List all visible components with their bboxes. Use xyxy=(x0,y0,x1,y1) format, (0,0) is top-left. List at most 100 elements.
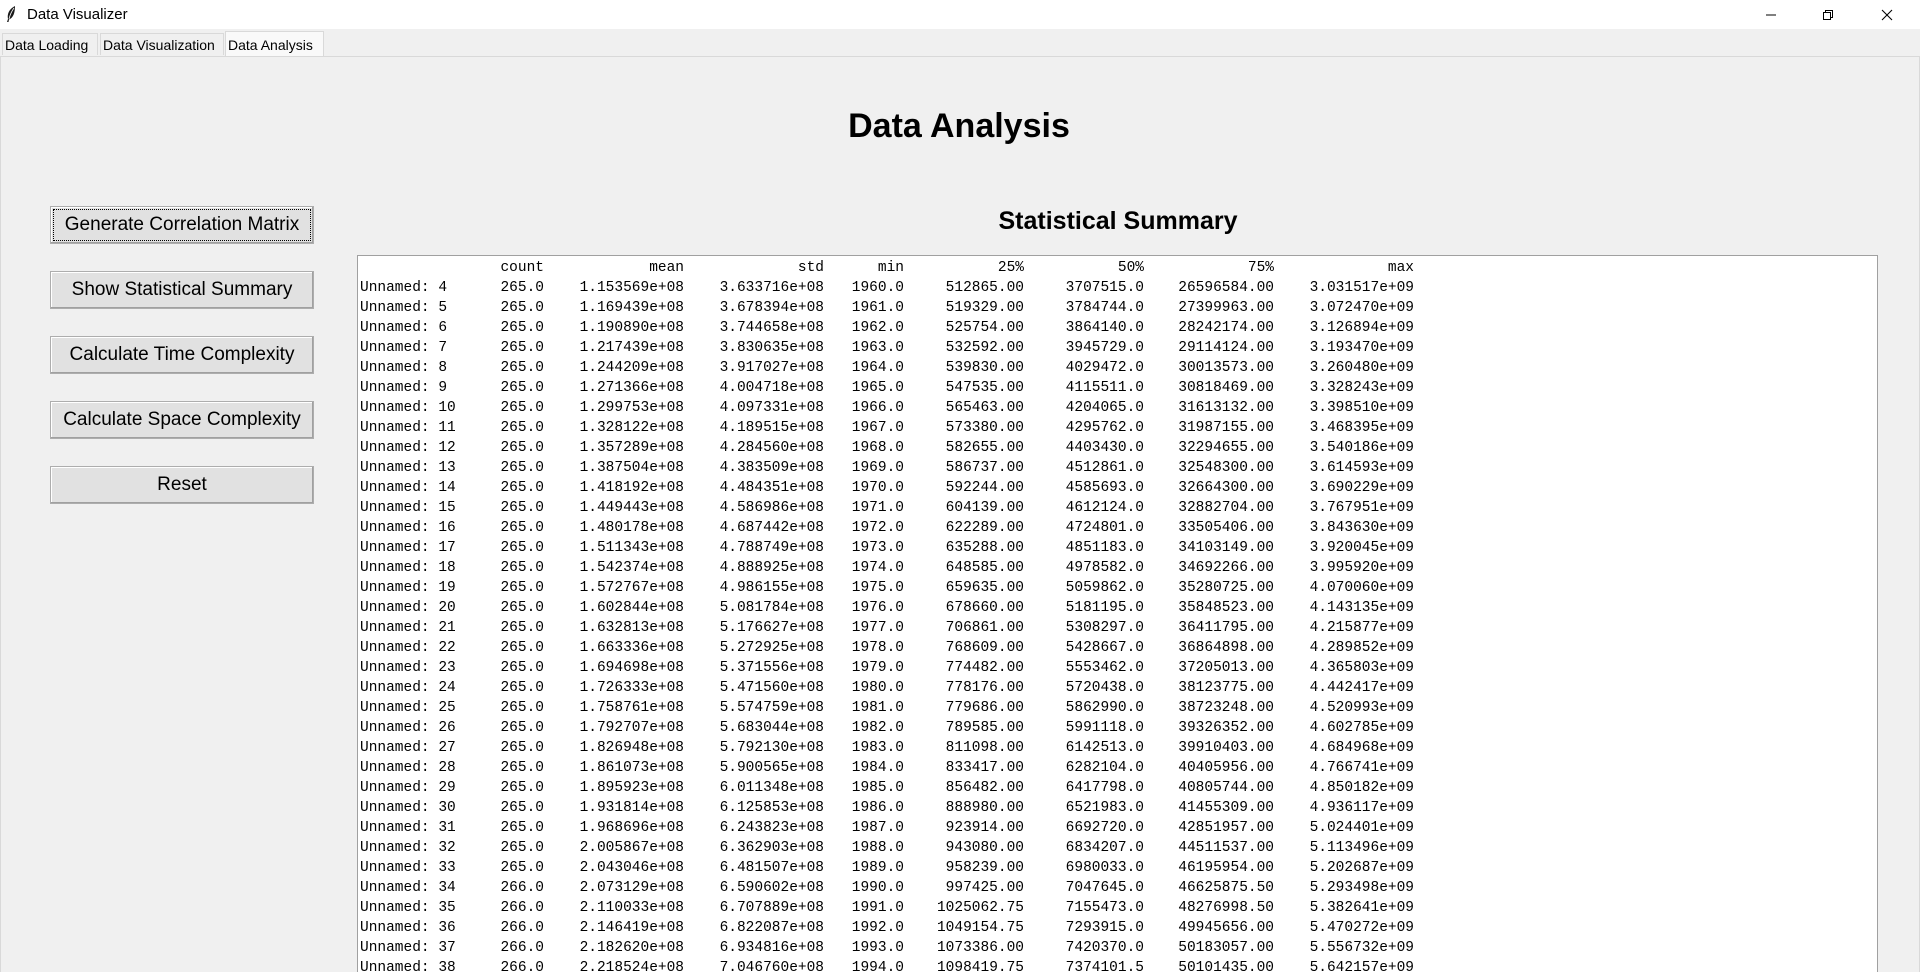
cell-max: 3.614593e+09 xyxy=(1309,460,1414,476)
cell-index: Unnamed: 5 xyxy=(360,300,448,316)
cell-p75: 44511537.00 xyxy=(1178,840,1274,856)
cell-p25: 512865.00 xyxy=(945,280,1024,296)
minimize-icon xyxy=(1766,14,1776,15)
cell-p50: 4724801.0 xyxy=(1065,520,1144,536)
cell-index: Unnamed: 7 xyxy=(360,340,448,356)
cell-p50: 6692720.0 xyxy=(1065,820,1144,836)
cell-mean: 1.244209e+08 xyxy=(579,360,684,376)
minimize-button[interactable] xyxy=(1748,0,1794,29)
cell-max: 5.382641e+09 xyxy=(1309,900,1414,916)
reset-button[interactable]: Reset xyxy=(50,466,314,504)
cell-std: 6.481507e+08 xyxy=(719,860,824,876)
cell-min: 1961.0 xyxy=(851,300,904,316)
cell-min: 1986.0 xyxy=(851,800,904,816)
cell-count: 265.0 xyxy=(500,780,544,796)
cell-min: 1964.0 xyxy=(851,360,904,376)
cell-p50: 7374101.5 xyxy=(1065,960,1144,972)
cell-index: Unnamed: 27 xyxy=(360,740,456,756)
close-button[interactable] xyxy=(1864,0,1910,29)
column-header-25: 25% xyxy=(997,260,1024,276)
table-row: Unnamed: 21 265.0 1.632813e+08 5.176627e+08… xyxy=(360,618,1414,638)
cell-p25: 1098419.75 xyxy=(936,960,1024,972)
cell-std: 4.383509e+08 xyxy=(719,460,824,476)
cell-p75: 32548300.00 xyxy=(1178,460,1274,476)
cell-index: Unnamed: 37 xyxy=(360,940,456,956)
tab-data-analysis[interactable]: Data Analysis xyxy=(225,31,324,57)
cell-p75: 50183057.00 xyxy=(1178,940,1274,956)
cell-p50: 5059862.0 xyxy=(1065,580,1144,596)
cell-p25: 604139.00 xyxy=(945,500,1024,516)
column-header-75: 75% xyxy=(1247,260,1274,276)
cell-mean: 1.694698e+08 xyxy=(579,660,684,676)
cell-p50: 5428667.0 xyxy=(1065,640,1144,656)
table-row: Unnamed: 27 265.0 1.826948e+08 5.792130e+08… xyxy=(360,738,1414,758)
cell-std: 5.900565e+08 xyxy=(719,760,824,776)
cell-p75: 49945656.00 xyxy=(1178,920,1274,936)
cell-std: 5.081784e+08 xyxy=(719,600,824,616)
cell-p75: 28242174.00 xyxy=(1178,320,1274,336)
cell-p25: 774482.00 xyxy=(945,660,1024,676)
cell-index: Unnamed: 38 xyxy=(360,960,456,972)
cell-count: 266.0 xyxy=(500,880,544,896)
cell-index: Unnamed: 18 xyxy=(360,560,456,576)
cell-p25: 1073386.00 xyxy=(936,940,1024,956)
restore-button[interactable] xyxy=(1805,0,1851,29)
cell-std: 4.687442e+08 xyxy=(719,520,824,536)
table-row: Unnamed: 35 266.0 2.110033e+08 6.707889e+08… xyxy=(360,898,1414,918)
cell-index: Unnamed: 34 xyxy=(360,880,456,896)
cell-p50: 4204065.0 xyxy=(1065,400,1144,416)
cell-index: Unnamed: 17 xyxy=(360,540,456,556)
generate-correlation-matrix-button[interactable]: Generate Correlation Matrix xyxy=(50,206,314,244)
table-row: Unnamed: 33 265.0 2.043046e+08 6.481507e+08… xyxy=(360,858,1414,878)
cell-index: Unnamed: 36 xyxy=(360,920,456,936)
tab-data-loading[interactable]: Data Loading xyxy=(2,33,98,55)
table-row: Unnamed: 37 266.0 2.182620e+08 6.934816e+08… xyxy=(360,938,1414,958)
cell-p25: 592244.00 xyxy=(945,480,1024,496)
cell-count: 265.0 xyxy=(500,620,544,636)
table-row: Unnamed: 17 265.0 1.511343e+08 4.788749e+08… xyxy=(360,538,1414,558)
summary-table: count mean std min 25% 50% 75% max Unnam… xyxy=(360,258,1414,972)
cell-index: Unnamed: 24 xyxy=(360,680,456,696)
show-statistical-summary-button[interactable]: Show Statistical Summary xyxy=(50,271,314,309)
cell-index: Unnamed: 31 xyxy=(360,820,456,836)
table-row: Unnamed: 5 265.0 1.169439e+08 3.678394e+08 1… xyxy=(360,298,1414,318)
table-row: Unnamed: 12 265.0 1.357289e+08 4.284560e+08… xyxy=(360,438,1414,458)
cell-min: 1993.0 xyxy=(851,940,904,956)
cell-min: 1978.0 xyxy=(851,640,904,656)
cell-std: 4.189515e+08 xyxy=(719,420,824,436)
cell-p50: 4612124.0 xyxy=(1065,500,1144,516)
cell-p50: 7155473.0 xyxy=(1065,900,1144,916)
cell-min: 1973.0 xyxy=(851,540,904,556)
cell-p50: 6417798.0 xyxy=(1065,780,1144,796)
tab-data-visualization[interactable]: Data Visualization xyxy=(100,33,224,55)
cell-index: Unnamed: 4 xyxy=(360,280,448,296)
cell-index: Unnamed: 15 xyxy=(360,500,456,516)
column-header-min: min xyxy=(877,260,904,276)
cell-mean: 1.511343e+08 xyxy=(579,540,684,556)
cell-p25: 659635.00 xyxy=(945,580,1024,596)
calculate-space-complexity-button[interactable]: Calculate Space Complexity xyxy=(50,401,314,439)
cell-mean: 1.968696e+08 xyxy=(579,820,684,836)
cell-min: 1983.0 xyxy=(851,740,904,756)
calculate-time-complexity-button[interactable]: Calculate Time Complexity xyxy=(50,336,314,374)
cell-p75: 42851957.00 xyxy=(1178,820,1274,836)
cell-p75: 39910403.00 xyxy=(1178,740,1274,756)
cell-mean: 1.217439e+08 xyxy=(579,340,684,356)
table-row: Unnamed: 6 265.0 1.190890e+08 3.744658e+08 1… xyxy=(360,318,1414,338)
cell-max: 5.470272e+09 xyxy=(1309,920,1414,936)
cell-count: 265.0 xyxy=(500,760,544,776)
cell-count: 266.0 xyxy=(500,960,544,972)
cell-max: 3.468395e+09 xyxy=(1309,420,1414,436)
cell-std: 4.484351e+08 xyxy=(719,480,824,496)
table-row: Unnamed: 10 265.0 1.299753e+08 4.097331e+08… xyxy=(360,398,1414,418)
cell-max: 3.328243e+09 xyxy=(1309,380,1414,396)
cell-p25: 856482.00 xyxy=(945,780,1024,796)
cell-p25: 525754.00 xyxy=(945,320,1024,336)
cell-p50: 5181195.0 xyxy=(1065,600,1144,616)
cell-min: 1990.0 xyxy=(851,880,904,896)
cell-max: 4.766741e+09 xyxy=(1309,760,1414,776)
table-row: Unnamed: 28 265.0 1.861073e+08 5.900565e+08… xyxy=(360,758,1414,778)
summary-text-area[interactable]: count mean std min 25% 50% 75% max Unnam… xyxy=(357,255,1878,972)
cell-p75: 32664300.00 xyxy=(1178,480,1274,496)
table-row: Unnamed: 36 266.0 2.146419e+08 6.822087e+08… xyxy=(360,918,1414,938)
